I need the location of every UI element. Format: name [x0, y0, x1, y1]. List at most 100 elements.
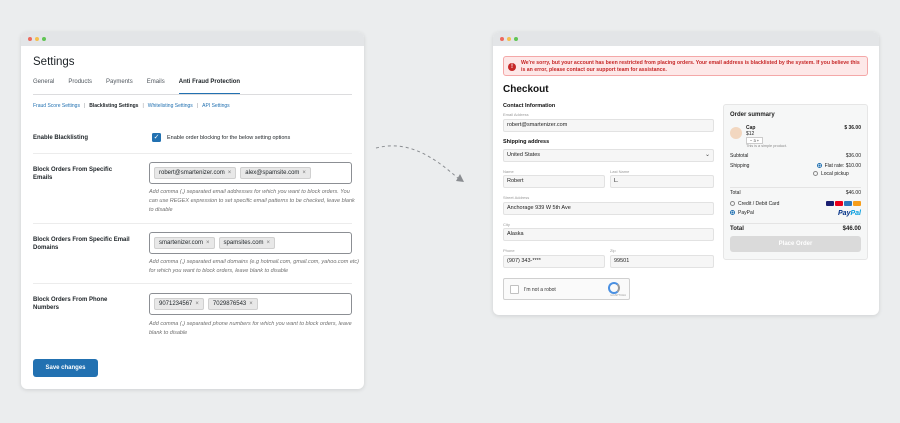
payment-card-row: Credit / Debit Card: [730, 201, 861, 207]
settings-tabs: General Products Payments Emails Anti Fr…: [33, 79, 352, 95]
tag-remove-icon[interactable]: ×: [249, 301, 253, 307]
block-emails-help: Add comma (,) separated email addresses …: [149, 189, 355, 213]
subtotal-row: Subtotal $36.00: [730, 153, 861, 159]
name-label: Name: [503, 169, 514, 174]
recaptcha-checkbox[interactable]: [510, 285, 519, 294]
subtotal-label: Subtotal: [730, 153, 749, 159]
payment-paypal-option[interactable]: PayPal: [730, 210, 754, 217]
email-field[interactable]: robert@smartenizer.com: [503, 119, 714, 132]
tag-remove-icon[interactable]: ×: [302, 170, 306, 176]
email-tag: robert@smartenizer.com ×: [154, 167, 237, 179]
maximize-dot[interactable]: [514, 37, 518, 41]
block-domains-row: Block Orders From Specific Email Domains…: [33, 224, 359, 284]
tab-emails[interactable]: Emails: [147, 79, 165, 94]
checkout-title: Checkout: [503, 84, 549, 95]
shipping-label: Shipping: [730, 163, 750, 169]
tag-remove-icon[interactable]: ×: [195, 301, 199, 307]
tag-text: 9071234567: [159, 301, 193, 307]
enable-blacklisting-checkbox[interactable]: ✓: [152, 133, 161, 142]
subtab-fraud-score[interactable]: Fraud Score Settings: [33, 103, 80, 109]
city-label: City: [503, 222, 510, 227]
block-phones-help: Add comma (,) separated phone numbers fo…: [149, 321, 352, 336]
recaptcha-widget: I'm not a robot reCAPTCHA: [503, 278, 630, 300]
enable-blacklisting-label: Enable Blacklisting: [33, 135, 89, 141]
product-line-total: $ 36.00: [844, 125, 861, 131]
tab-products[interactable]: Products: [68, 79, 92, 94]
domain-tag: spamsites.com ×: [218, 237, 276, 249]
zip-field[interactable]: 99501: [610, 255, 714, 268]
maximize-dot[interactable]: [42, 37, 46, 41]
street-field[interactable]: Anchorage 939 W 5th Ave: [503, 202, 714, 215]
tag-text: alex@spamsite.com: [245, 170, 300, 176]
window-titlebar: [493, 32, 879, 46]
order-summary-title: Order summary: [730, 112, 775, 118]
phone-field[interactable]: (907) 343-****: [503, 255, 605, 268]
country-select[interactable]: United States ⌄: [503, 149, 714, 162]
domain-tag: smartenizer.com ×: [154, 237, 215, 249]
payment-card-option[interactable]: Credit / Debit Card: [730, 201, 779, 207]
name-field[interactable]: Robert: [503, 175, 605, 188]
product-thumbnail: [730, 127, 742, 139]
city-field[interactable]: Alaska: [503, 228, 714, 241]
save-changes-button[interactable]: Save changes: [33, 359, 98, 377]
blacklist-alert: ! We're sorry, but your account has been…: [503, 56, 868, 76]
total-value: $46.00: [845, 190, 861, 196]
shipping-heading: Shipping address: [503, 139, 550, 145]
shipping-local-option[interactable]: Local pickup: [813, 171, 861, 177]
flow-arrow-icon: [375, 145, 464, 182]
chevron-down-icon: ⌄: [704, 152, 710, 158]
tab-general[interactable]: General: [33, 79, 54, 94]
shipping-flat-option[interactable]: Flat rate: $10.00: [816, 163, 861, 169]
subtab-api[interactable]: API Settings: [202, 103, 230, 109]
error-icon: !: [508, 63, 516, 71]
enable-blacklisting-row: Enable Blacklisting ✓ Enable order block…: [33, 124, 352, 154]
lastname-field[interactable]: L.: [610, 175, 714, 188]
block-domains-input[interactable]: smartenizer.com × spamsites.com ×: [149, 232, 352, 254]
tag-remove-icon[interactable]: ×: [206, 240, 210, 246]
tab-anti-fraud[interactable]: Anti Fraud Protection: [178, 79, 241, 94]
recaptcha-caption: reCAPTCHA: [610, 293, 626, 297]
card-logos-icon: [826, 201, 861, 207]
quantity-value: 3: [753, 138, 756, 143]
grand-total-row: Total $46.00: [730, 223, 861, 232]
total-row: Total $46.00: [730, 187, 861, 196]
email-tag: alex@spamsite.com ×: [240, 167, 311, 179]
grand-total-label: Total: [730, 226, 744, 232]
country-value: United States: [507, 152, 541, 158]
enable-blacklisting-checkbox-label: Enable order blocking for the below sett…: [167, 135, 291, 141]
block-phones-input[interactable]: 9071234567 × 7029876543 ×: [149, 293, 352, 315]
settings-window: Settings General Products Payments Email…: [21, 32, 364, 389]
close-dot[interactable]: [28, 37, 32, 41]
close-dot[interactable]: [500, 37, 504, 41]
subtab-separator: |: [196, 103, 199, 109]
subtab-separator: |: [142, 103, 144, 109]
paypal-logo-icon: PayPal: [838, 210, 861, 217]
block-domains-help: Add comma (,) separated email domains (e…: [149, 259, 359, 274]
subtabs: Fraud Score Settings | Blacklisting Sett…: [33, 103, 230, 109]
zip-label: Zip: [610, 248, 616, 253]
payment-paypal-row: PayPal PayPal: [730, 210, 861, 217]
block-emails-input[interactable]: robert@smartenizer.com × alex@spamsite.co…: [149, 162, 352, 184]
block-phones-label: Block Orders From Phone Numbers: [33, 297, 108, 311]
block-emails-label: Block Orders From Specific Emails: [33, 167, 113, 181]
street-label: Street Address: [503, 195, 530, 200]
quantity-stepper[interactable]: − 3 +: [746, 137, 764, 144]
phone-label: Phone: [503, 248, 515, 253]
total-label: Total: [730, 190, 741, 196]
subtab-blacklisting[interactable]: Blacklisting Settings: [89, 103, 138, 109]
subtab-whitelisting[interactable]: Whitelisting Settings: [148, 103, 193, 109]
block-emails-row: Block Orders From Specific Emails robert…: [33, 154, 355, 224]
place-order-button[interactable]: Place Order: [730, 236, 861, 252]
tag-text: smartenizer.com: [159, 240, 204, 246]
alert-message: We're sorry, but your account has been r…: [521, 60, 860, 73]
email-label: Email Address: [503, 112, 529, 117]
block-phones-row: Block Orders From Phone Numbers 90712345…: [33, 284, 352, 344]
tag-remove-icon[interactable]: ×: [228, 170, 232, 176]
tag-text: spamsites.com: [223, 240, 264, 246]
minimize-dot[interactable]: [507, 37, 511, 41]
tag-remove-icon[interactable]: ×: [267, 240, 271, 246]
window-titlebar: [21, 32, 364, 46]
minimize-dot[interactable]: [35, 37, 39, 41]
checkout-window: ! We're sorry, but your account has been…: [493, 32, 879, 315]
tab-payments[interactable]: Payments: [106, 79, 133, 94]
